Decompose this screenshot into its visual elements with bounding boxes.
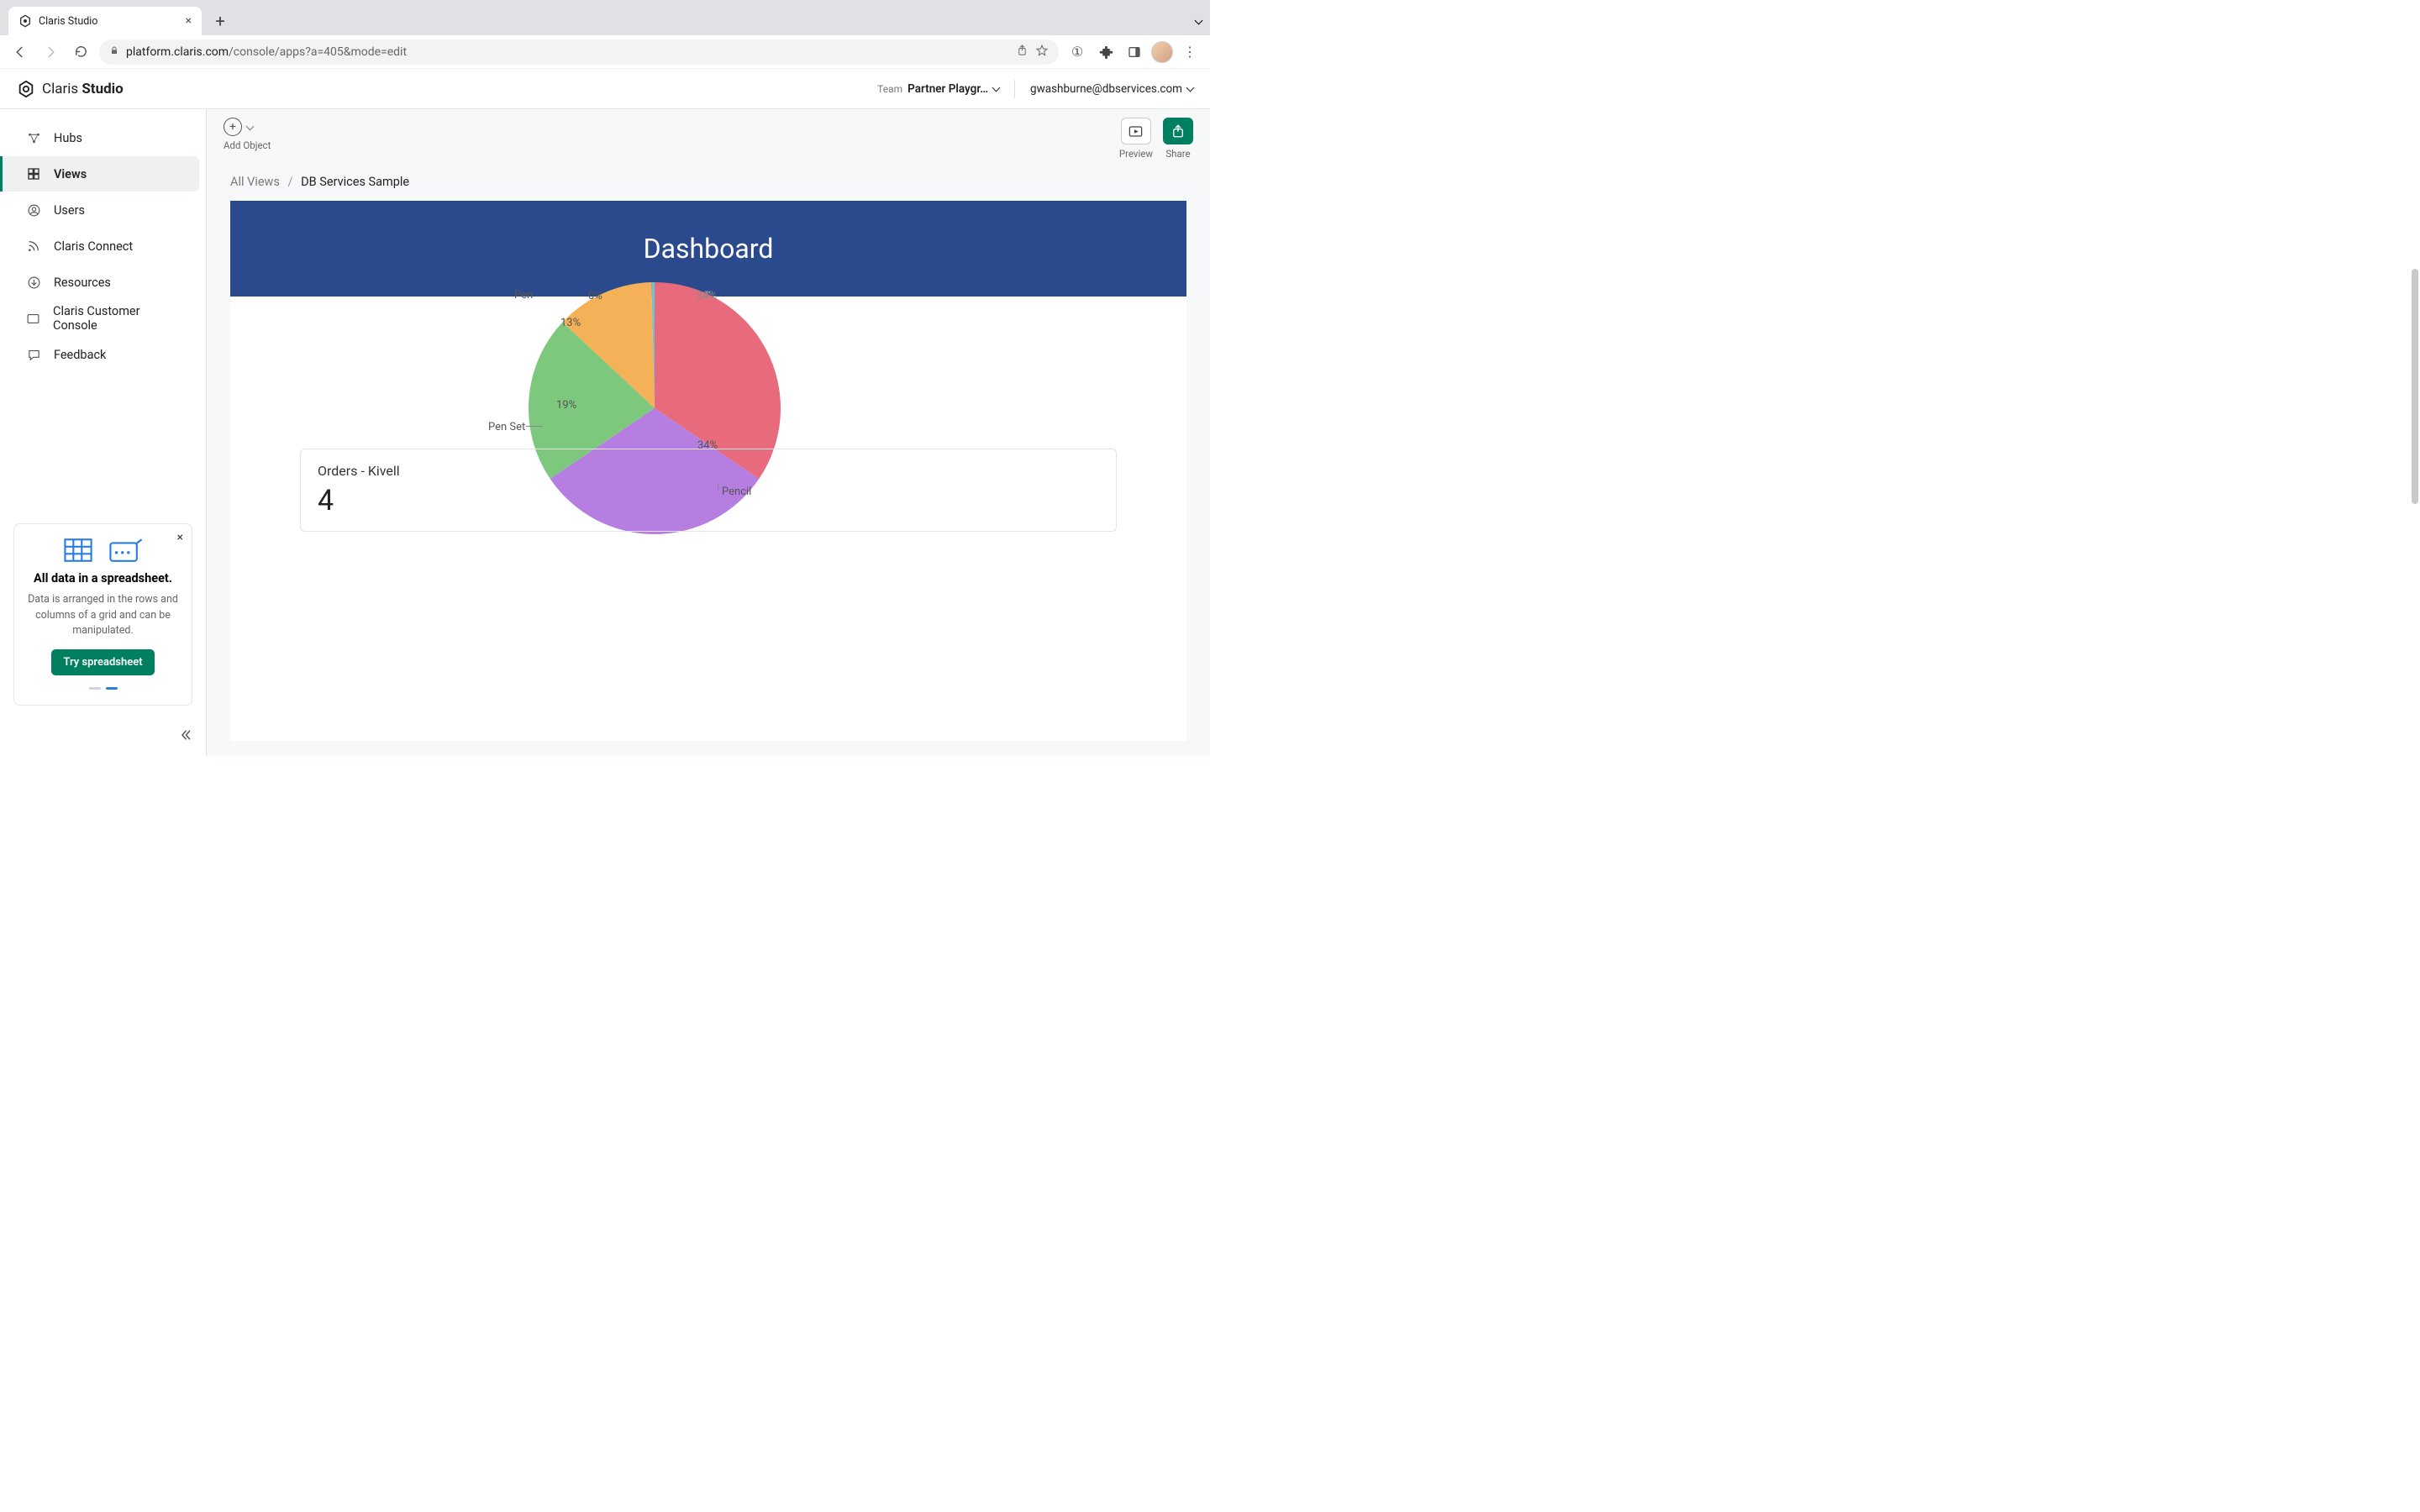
profile-avatar[interactable]: [1151, 41, 1173, 63]
user-email: gwashburne@dbservices.com: [1030, 82, 1182, 96]
collapse-sidebar-button[interactable]: [177, 727, 192, 746]
promo-pagination[interactable]: [26, 687, 180, 690]
preview-action[interactable]: Preview: [1119, 118, 1153, 170]
pie-pct-19: 19%: [556, 399, 576, 412]
close-tab-icon[interactable]: ×: [186, 14, 192, 28]
dashboard-title: Dashboard: [644, 233, 774, 265]
dashboard-canvas: Dashboard ═ Pen 0% 13%: [230, 201, 1186, 741]
team-name: Partner Playgr…: [908, 82, 988, 96]
sidebar: Hubs Views Users Claris Connect Resource…: [0, 109, 207, 756]
try-spreadsheet-button[interactable]: Try spreadsheet: [51, 649, 154, 675]
lock-icon: [109, 45, 119, 58]
promo-title: All data in a spreadsheet.: [26, 571, 180, 585]
sidebar-item-claris-connect[interactable]: Claris Connect: [7, 228, 199, 264]
team-selector[interactable]: Team Partner Playgr…: [877, 82, 999, 96]
browser-toolbar: platform.claris.com/console/apps?a=405&m…: [0, 35, 1210, 69]
forward-button: [39, 40, 62, 64]
divider: [1014, 80, 1015, 98]
users-icon: [25, 203, 42, 218]
main-content: + Add Object Preview Share: [207, 109, 1210, 756]
add-object-label: Add Object: [224, 139, 271, 151]
share-url-icon[interactable]: [1016, 44, 1028, 60]
sidebar-label: Resources: [54, 276, 111, 290]
stat-card-orders-kivell[interactable]: Orders - Kivell 4: [300, 449, 1117, 532]
rss-icon: [25, 239, 42, 253]
user-menu[interactable]: gwashburne@dbservices.com: [1030, 82, 1193, 96]
pie-pct-0: 0%: [588, 290, 602, 302]
address-bar[interactable]: platform.claris.com/console/apps?a=405&m…: [99, 39, 1059, 65]
chat-icon: [25, 348, 42, 362]
share-label: Share: [1165, 148, 1190, 160]
views-icon: [25, 167, 42, 181]
sidebar-label: Hubs: [54, 131, 82, 145]
sidebar-item-feedback[interactable]: Feedback: [7, 337, 199, 372]
app-header: Claris Studio Team Partner Playgr… gwash…: [0, 69, 1210, 109]
breadcrumb-root[interactable]: All Views: [230, 175, 280, 189]
promo-desc: Data is arranged in the rows and columns…: [26, 592, 180, 639]
chevron-down-icon: [246, 122, 255, 130]
callout-line: [526, 426, 543, 427]
sidebar-label: Feedback: [54, 348, 106, 362]
pie-label-pen: Pen: [514, 289, 533, 302]
logo-text: Claris Studio: [42, 81, 124, 97]
close-icon[interactable]: ×: [177, 531, 183, 544]
sidebar-label: Views: [54, 167, 87, 181]
bookmark-icon[interactable]: [1035, 44, 1049, 60]
site-favicon: [18, 14, 32, 28]
breadcrumb-current: DB Services Sample: [301, 175, 409, 189]
add-object-control[interactable]: + Add Object: [224, 118, 271, 170]
back-button[interactable]: [8, 40, 32, 64]
promo-icons: [26, 538, 180, 563]
sidebar-label: Users: [54, 203, 85, 218]
browser-tab[interactable]: Claris Studio ×: [8, 7, 202, 35]
sidebar-item-users[interactable]: Users: [7, 192, 199, 228]
pie-label-penset: Pen Set: [488, 421, 525, 433]
tabs-chevron-icon[interactable]: [1195, 17, 1203, 25]
chrome-menu-icon[interactable]: ⋮: [1178, 40, 1202, 64]
extensions-icon[interactable]: [1094, 40, 1118, 64]
tab-title: Claris Studio: [39, 15, 97, 28]
stat-value: 4: [318, 484, 1099, 517]
sidebar-label: Claris Connect: [54, 239, 133, 254]
chevron-down-icon: [992, 84, 1001, 92]
download-icon: [25, 276, 42, 290]
console-icon: [25, 312, 41, 326]
claris-studio-logo[interactable]: Claris Studio: [17, 80, 124, 98]
share-button[interactable]: [1163, 118, 1193, 144]
scrollbar[interactable]: [2412, 269, 2418, 504]
pie-pct-34-top: 34%: [697, 290, 717, 302]
sidebar-item-hubs[interactable]: Hubs: [7, 120, 199, 155]
share-action[interactable]: Share: [1163, 118, 1193, 170]
panel-icon[interactable]: [1123, 40, 1146, 64]
new-tab-button[interactable]: +: [208, 9, 232, 33]
plus-icon: +: [224, 118, 242, 136]
preview-button[interactable]: [1121, 118, 1151, 144]
reload-button[interactable]: [69, 40, 92, 64]
extension-1password-icon[interactable]: ①: [1065, 40, 1089, 64]
chevron-down-icon: [1186, 84, 1195, 92]
breadcrumb: All Views / DB Services Sample: [207, 170, 1210, 201]
url-text: platform.claris.com/console/apps?a=405&m…: [126, 45, 407, 59]
sidebar-item-resources[interactable]: Resources: [7, 265, 199, 300]
pie-pct-13: 13%: [560, 317, 581, 329]
breadcrumb-separator: /: [288, 175, 293, 189]
browser-chrome: Claris Studio × + platform.claris.com/co…: [0, 0, 1210, 69]
page-toolbar: + Add Object Preview Share: [207, 109, 1210, 170]
sidebar-item-console[interactable]: Claris Customer Console: [7, 301, 199, 336]
team-label: Team: [877, 83, 902, 95]
logo-icon: [17, 80, 35, 98]
preview-label: Preview: [1119, 148, 1153, 160]
hubs-icon: [25, 131, 42, 145]
stat-title: Orders - Kivell: [318, 463, 1099, 479]
promo-card: × All data in a spreadsheet. Data is arr…: [13, 523, 192, 706]
sidebar-item-views[interactable]: Views: [0, 156, 199, 192]
sidebar-label: Claris Customer Console: [53, 304, 181, 333]
